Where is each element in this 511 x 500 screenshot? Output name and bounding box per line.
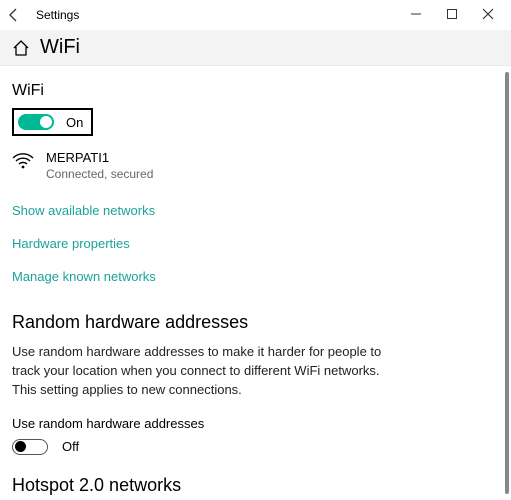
wifi-section-heading: WiFi — [12, 82, 497, 100]
manage-known-networks-link[interactable]: Manage known networks — [12, 269, 156, 284]
page-title: WiFi — [40, 36, 80, 59]
maximize-button[interactable] — [441, 8, 463, 23]
current-network[interactable]: MERPATI1 Connected, secured — [12, 150, 497, 181]
hotspot-heading: Hotspot 2.0 networks — [12, 475, 497, 496]
home-icon[interactable] — [12, 39, 30, 57]
minimize-button[interactable] — [405, 8, 427, 23]
random-hw-description: Use random hardware addresses to make it… — [12, 343, 382, 400]
settings-content: WiFi On MERPATI1 Connected, secured Show… — [0, 66, 511, 500]
wifi-toggle-highlight: On — [12, 108, 93, 136]
app-title: Settings — [36, 8, 79, 22]
random-hw-heading: Random hardware addresses — [12, 312, 497, 333]
back-button[interactable] — [6, 7, 22, 23]
close-button[interactable] — [477, 8, 499, 23]
random-hw-toggle-label: Off — [62, 439, 79, 454]
hardware-properties-link[interactable]: Hardware properties — [12, 236, 130, 251]
scrollbar-thumb[interactable] — [505, 72, 509, 494]
random-hw-sublabel: Use random hardware addresses — [12, 416, 497, 431]
random-hw-toggle[interactable] — [12, 439, 48, 455]
wifi-toggle-label: On — [66, 115, 83, 130]
network-name: MERPATI1 — [46, 150, 153, 165]
show-available-networks-link[interactable]: Show available networks — [12, 203, 155, 218]
wifi-toggle[interactable] — [18, 114, 54, 130]
wifi-signal-icon — [12, 150, 34, 170]
scrollbar-track[interactable] — [505, 72, 509, 494]
page-header: WiFi — [0, 30, 511, 66]
title-bar: Settings — [0, 0, 511, 30]
network-status: Connected, secured — [46, 167, 153, 181]
